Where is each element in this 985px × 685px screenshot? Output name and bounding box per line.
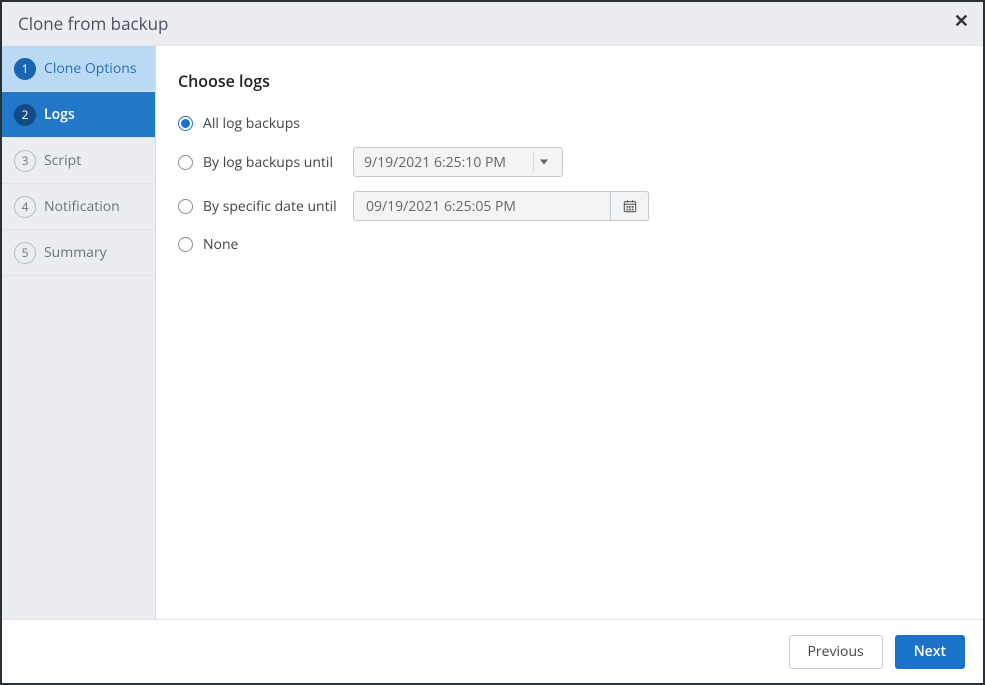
previous-button[interactable]: Previous [789,635,883,669]
step-notification[interactable]: 4 Notification [2,184,155,230]
select-value: 9/19/2021 6:25:10 PM [364,153,506,172]
option-none: None [178,235,961,254]
step-number: 1 [14,58,36,80]
step-clone-options[interactable]: 1 Clone Options [2,46,155,92]
step-number: 4 [14,196,36,218]
modal-body: 1 Clone Options 2 Logs 3 Script 4 Notifi… [2,46,983,619]
step-number: 2 [14,104,36,126]
chevron-down-icon [534,160,554,165]
step-label: Script [44,151,81,170]
step-label: Summary [44,243,107,262]
radio-label[interactable]: By specific date until [203,197,343,216]
calendar-icon [623,199,637,213]
radio-by-specific-date-until[interactable] [178,199,193,214]
radio-none[interactable] [178,237,193,252]
content-heading: Choose logs [178,70,961,92]
log-backup-time-select[interactable]: 9/19/2021 6:25:10 PM [353,147,563,177]
radio-all-log-backups[interactable] [178,116,193,131]
step-label: Clone Options [44,59,137,78]
date-input-group: 09/19/2021 6:25:05 PM [353,191,649,221]
step-logs[interactable]: 2 Logs [2,92,155,138]
date-value: 09/19/2021 6:25:05 PM [366,197,516,216]
modal-title: Clone from backup [18,12,168,35]
radio-by-log-backups-until[interactable] [178,155,193,170]
option-all-log-backups: All log backups [178,114,961,133]
specific-date-input[interactable]: 09/19/2021 6:25:05 PM [353,191,611,221]
clone-from-backup-modal: Clone from backup ✕ 1 Clone Options 2 Lo… [0,0,985,685]
radio-label[interactable]: None [203,235,343,254]
wizard-sidebar: 1 Clone Options 2 Logs 3 Script 4 Notifi… [2,46,156,619]
next-button[interactable]: Next [895,635,965,669]
modal-header: Clone from backup ✕ [2,2,983,46]
content-pane: Choose logs All log backups By log backu… [156,46,983,619]
date-picker-button[interactable] [611,191,649,221]
option-by-log-backups-until: By log backups until 9/19/2021 6:25:10 P… [178,147,961,177]
radio-label[interactable]: By log backups until [203,153,343,172]
step-number: 5 [14,242,36,264]
radio-label[interactable]: All log backups [203,114,343,133]
modal-footer: Previous Next [2,619,983,683]
step-label: Notification [44,197,120,216]
step-label: Logs [44,105,75,124]
step-summary[interactable]: 5 Summary [2,230,155,276]
step-number: 3 [14,150,36,172]
close-icon[interactable]: ✕ [954,12,969,30]
option-by-specific-date-until: By specific date until 09/19/2021 6:25:0… [178,191,961,221]
step-script[interactable]: 3 Script [2,138,155,184]
